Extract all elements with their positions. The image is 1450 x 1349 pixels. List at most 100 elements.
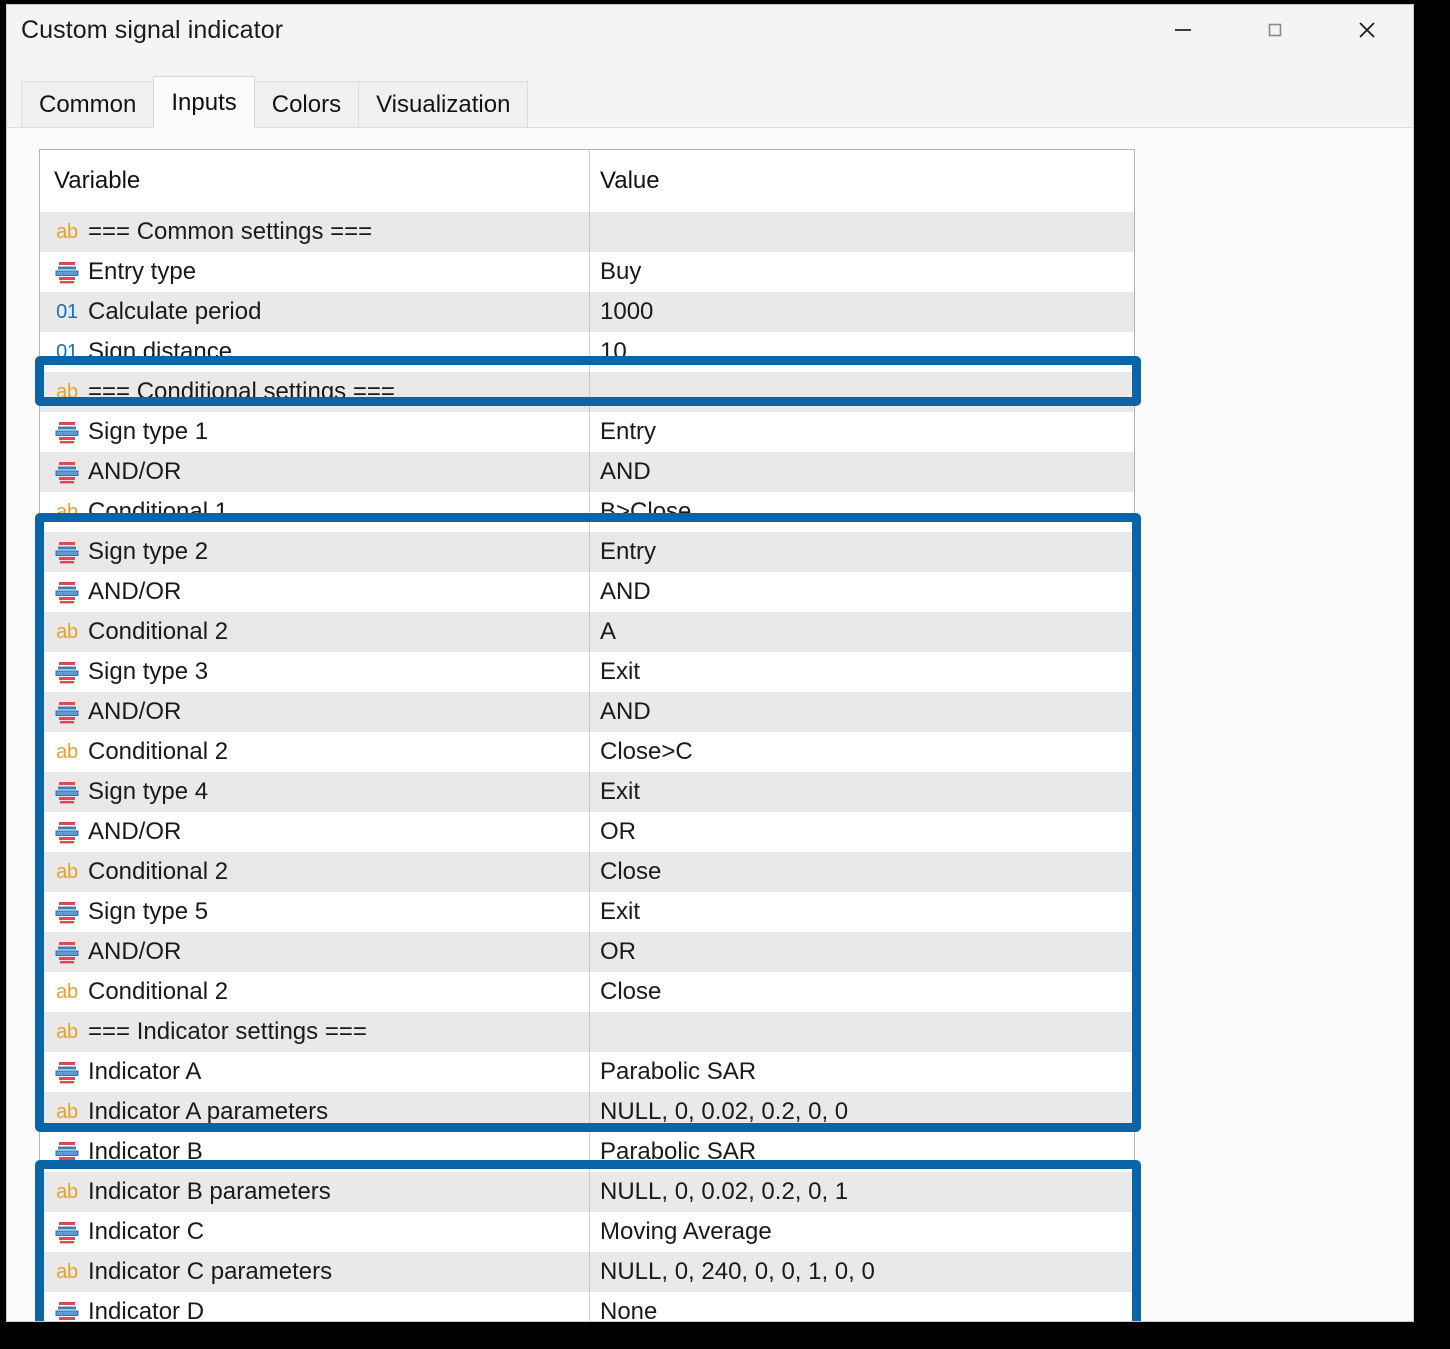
table-row[interactable]: Indicator DNone xyxy=(40,1292,1134,1322)
cell-value[interactable]: Close xyxy=(590,852,1134,892)
ab-string-icon: ab xyxy=(54,1178,80,1206)
variable-label: Indicator B xyxy=(88,1140,203,1164)
table-row[interactable]: Sign type 4 Exit xyxy=(40,772,1134,812)
cell-value[interactable]: Buy xyxy=(590,252,1134,292)
enum-list-icon xyxy=(54,938,80,966)
cell-variable: Sign type 5 xyxy=(40,892,590,932)
table-row[interactable]: abConditional 2 Close>C xyxy=(40,732,1134,772)
variable-label: Sign type 2 xyxy=(88,540,208,564)
cell-value[interactable]: Parabolic SAR xyxy=(590,1132,1134,1172)
cell-value[interactable]: Entry xyxy=(590,532,1134,572)
tab-label: Visualization xyxy=(376,91,510,119)
cell-value[interactable]: OR xyxy=(590,932,1134,972)
cell-value[interactable]: Close xyxy=(590,972,1134,1012)
cell-value[interactable]: AND xyxy=(590,452,1134,492)
variable-label: === Indicator settings === xyxy=(88,1020,367,1044)
ab-string-icon: ab xyxy=(54,1258,80,1286)
table-row[interactable]: 01Calculate period1000 xyxy=(40,292,1134,332)
table-row[interactable]: abIndicator C parametersNULL, 0, 240, 0,… xyxy=(40,1252,1134,1292)
cell-variable: AND/OR xyxy=(40,932,590,972)
cell-value[interactable]: Exit xyxy=(590,652,1134,692)
cell-value[interactable] xyxy=(590,1012,1134,1052)
enum-list-icon xyxy=(54,458,80,486)
table-row[interactable]: Sign type 2 Entry xyxy=(40,532,1134,572)
ab-string-icon: ab xyxy=(54,618,80,646)
table-row[interactable]: abIndicator A parametersNULL, 0, 0.02, 0… xyxy=(40,1092,1134,1132)
close-button[interactable] xyxy=(1321,5,1413,55)
variable-label: Sign distance xyxy=(88,340,232,364)
table-row[interactable]: abIndicator B parametersNULL, 0, 0.02, 0… xyxy=(40,1172,1134,1212)
cell-value[interactable] xyxy=(590,372,1134,412)
value-label: Parabolic SAR xyxy=(600,1140,756,1164)
cell-value[interactable]: Exit xyxy=(590,772,1134,812)
ab-string-icon: ab xyxy=(54,858,80,886)
table-row[interactable]: abConditional 2A xyxy=(40,612,1134,652)
cell-variable: Indicator C xyxy=(40,1212,590,1252)
cell-value[interactable]: NULL, 0, 240, 0, 0, 1, 0, 0 xyxy=(590,1252,1134,1292)
table-row[interactable]: ab=== Indicator settings === xyxy=(40,1012,1134,1052)
cell-value[interactable]: Parabolic SAR xyxy=(590,1052,1134,1092)
value-label: 10 xyxy=(600,340,627,364)
value-label: Close>C xyxy=(600,740,693,764)
title-bar: Custom signal indicator xyxy=(7,5,1413,55)
maximize-button[interactable] xyxy=(1229,5,1321,55)
cell-value[interactable]: Moving Average xyxy=(590,1212,1134,1252)
enum-list-icon xyxy=(54,898,80,926)
cell-value[interactable]: OR xyxy=(590,812,1134,852)
table-row[interactable]: Indicator A Parabolic SAR xyxy=(40,1052,1134,1092)
table-row[interactable]: Sign type 5Exit xyxy=(40,892,1134,932)
table-row[interactable]: ab=== Common settings === xyxy=(40,212,1134,252)
tab-common[interactable]: Common xyxy=(21,81,154,128)
table-row[interactable]: Indicator C Moving Average xyxy=(40,1212,1134,1252)
cell-value[interactable]: Close>C xyxy=(590,732,1134,772)
cell-value[interactable]: B>Close xyxy=(590,492,1134,532)
cell-value[interactable]: AND xyxy=(590,572,1134,612)
table-row[interactable]: AND/ORAND xyxy=(40,692,1134,732)
table-row[interactable]: ab Conditional 2 Close xyxy=(40,852,1134,892)
table-row[interactable]: AND/OROR xyxy=(40,812,1134,852)
cell-value[interactable]: Entry xyxy=(590,412,1134,452)
tab-visualization[interactable]: Visualization xyxy=(358,81,528,128)
value-label: AND xyxy=(600,700,651,724)
value-label: Moving Average xyxy=(600,1220,772,1244)
cell-value[interactable]: AND xyxy=(590,692,1134,732)
cell-value[interactable]: NULL, 0, 0.02, 0.2, 0, 0 xyxy=(590,1092,1134,1132)
table-row[interactable]: ab=== Conditional settings === xyxy=(40,372,1134,412)
ab-string-icon: ab xyxy=(54,498,80,526)
table-row[interactable]: abConditional 1B>Close xyxy=(40,492,1134,532)
table-row[interactable]: 01Sign distance10 xyxy=(40,332,1134,372)
variable-label: Conditional 2 xyxy=(88,860,228,884)
table-row[interactable]: Entry typeBuy xyxy=(40,252,1134,292)
variable-label: Sign type 3 xyxy=(88,660,208,684)
cell-value[interactable]: 1000 xyxy=(590,292,1134,332)
variable-label: Sign type 4 xyxy=(88,780,208,804)
table-row[interactable]: AND/ORAND xyxy=(40,452,1134,492)
cell-variable: abConditional 2 xyxy=(40,972,590,1012)
variable-label: AND/OR xyxy=(88,940,181,964)
value-label: Entry xyxy=(600,540,656,564)
minimize-icon xyxy=(1170,17,1196,43)
minimize-button[interactable] xyxy=(1137,5,1229,55)
cell-value[interactable]: A xyxy=(590,612,1134,652)
ab-string-icon: ab xyxy=(54,218,80,246)
cell-value[interactable] xyxy=(590,212,1134,252)
value-label: B>Close xyxy=(600,500,691,524)
table-row[interactable]: Indicator B Parabolic SAR xyxy=(40,1132,1134,1172)
cell-value[interactable]: 10 xyxy=(590,332,1134,372)
table-row[interactable]: AND/OR OR xyxy=(40,932,1134,972)
table-row[interactable]: AND/ORAND xyxy=(40,572,1134,612)
cell-variable: abIndicator B parameters xyxy=(40,1172,590,1212)
table-row[interactable]: Sign type 1Entry xyxy=(40,412,1134,452)
cell-variable: Indicator B xyxy=(40,1132,590,1172)
cell-value[interactable]: None xyxy=(590,1292,1134,1322)
tab-colors[interactable]: Colors xyxy=(254,81,359,128)
tab-inputs[interactable]: Inputs xyxy=(153,76,254,128)
cell-value[interactable]: Exit xyxy=(590,892,1134,932)
value-label: None xyxy=(600,1300,657,1322)
variable-label: Indicator A xyxy=(88,1060,201,1084)
cell-value[interactable]: NULL, 0, 0.02, 0.2, 0, 1 xyxy=(590,1172,1134,1212)
table-row[interactable]: abConditional 2Close xyxy=(40,972,1134,1012)
table-row[interactable]: Sign type 3 Exit xyxy=(40,652,1134,692)
cell-variable: AND/OR xyxy=(40,812,590,852)
cell-variable: abConditional 2 xyxy=(40,732,590,772)
